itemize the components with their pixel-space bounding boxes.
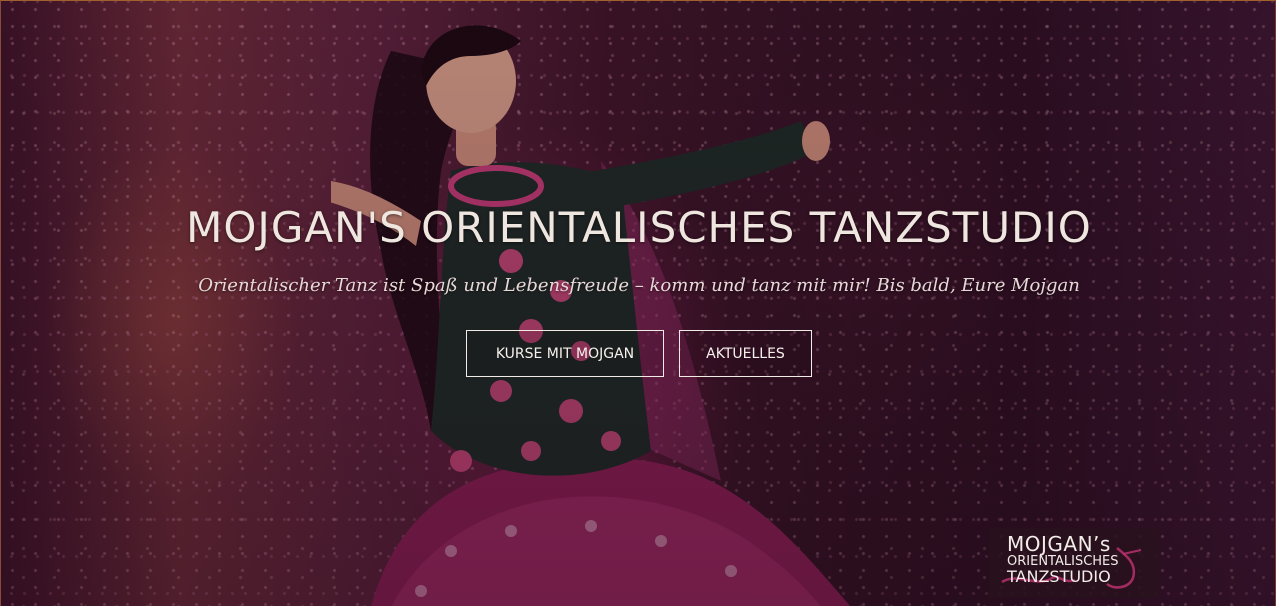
hero-section: MOJGAN'S ORIENTALISCHES TANZSTUDIO Orien…: [0, 0, 1276, 606]
logo-line-3: TANZSTUDIO: [1007, 567, 1111, 586]
hero-buttons: KURSE MIT MOJGAN AKTUELLES: [1, 330, 1275, 377]
studio-logo[interactable]: MOJGAN’s ORIENTALISCHES TANZSTUDIO: [989, 528, 1159, 598]
kurse-mit-mojgan-button[interactable]: KURSE MIT MOJGAN: [466, 330, 664, 377]
hero-content: MOJGAN'S ORIENTALISCHES TANZSTUDIO Orien…: [1, 196, 1275, 377]
hero-subtitle: Orientalischer Tanz ist Spaß und Lebensf…: [198, 275, 1080, 296]
aktuelles-button[interactable]: AKTUELLES: [679, 330, 812, 377]
logo-line-1: MOJGAN’s: [1007, 532, 1111, 556]
hero-title: MOJGAN'S ORIENTALISCHES TANZSTUDIO: [186, 203, 1092, 252]
